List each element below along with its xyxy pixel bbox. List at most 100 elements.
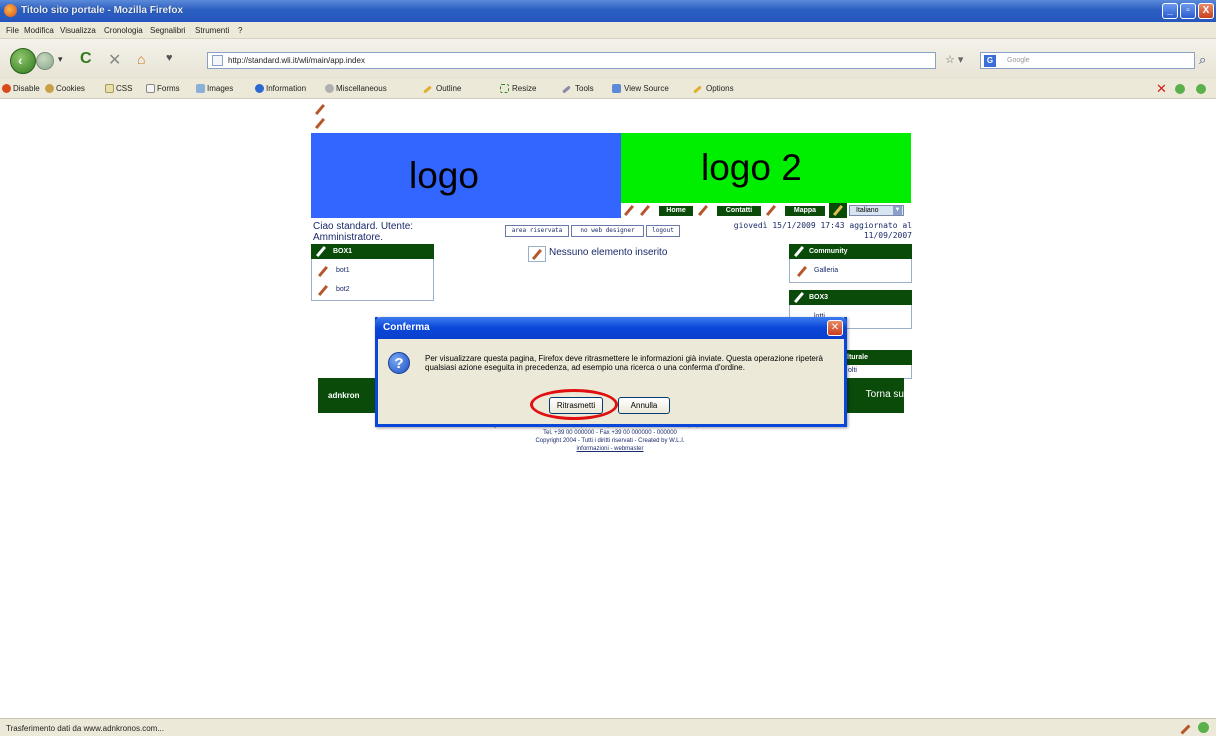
edit-pencil-icon[interactable] <box>317 284 329 297</box>
search-go-icon[interactable]: ⌕ <box>1199 52 1206 68</box>
annulla-button[interactable]: Annulla <box>618 397 670 414</box>
status-bar: Trasferimento dati da www.adnkronos.com.… <box>0 718 1216 736</box>
box1-body: bot1 bot2 <box>311 259 434 301</box>
menu-modifica[interactable]: Modifica <box>24 26 54 35</box>
home-icon[interactable]: ⌂ <box>137 51 145 67</box>
edit-pencil-icon[interactable] <box>315 245 327 258</box>
pencil-status-icon[interactable] <box>1180 724 1191 735</box>
edit-pencil-icon[interactable] <box>793 245 805 258</box>
language-select[interactable]: Italiano ▼ <box>849 205 904 216</box>
devbar-options[interactable]: Options <box>706 84 734 93</box>
window-title: Titolo sito portale - Mozilla Firefox <box>21 5 184 16</box>
devbar-images[interactable]: Images <box>207 84 233 93</box>
menu-visualizza[interactable]: Visualizza <box>60 26 96 35</box>
menu-segnalibri[interactable]: Segnalibri <box>150 26 186 35</box>
url-bar[interactable]: http://standard.wli.it/wli/main/app.inde… <box>207 52 936 69</box>
devbar-miscellaneous[interactable]: Miscellaneous <box>336 84 387 93</box>
history-dropdown-icon[interactable]: ▾ <box>58 54 63 65</box>
area-riservata-button[interactable]: area riservata <box>505 225 569 237</box>
devbar-css[interactable]: CSS <box>116 84 132 93</box>
reload-icon[interactable]: C <box>80 50 92 68</box>
minimize-button[interactable]: _ <box>1162 3 1178 19</box>
dialog-close-button[interactable]: ✕ <box>827 320 843 336</box>
edit-pencil-icon[interactable] <box>765 204 777 217</box>
outline-pencil-icon <box>423 85 432 94</box>
firefox-icon <box>4 4 17 17</box>
error-icon[interactable]: ✕ <box>1156 81 1167 97</box>
search-placeholder: Google <box>1007 57 1030 64</box>
nav-home[interactable]: Home <box>659 206 693 216</box>
chevron-down-icon[interactable]: ▼ <box>893 206 902 215</box>
edit-pencil-icon[interactable] <box>314 117 326 130</box>
logout-button[interactable]: logout <box>646 225 680 237</box>
copyright-line: Tel. +39 00 000000 - Fax +39 00 000000 -… <box>543 430 677 436</box>
stop-icon[interactable]: ✕ <box>108 50 121 70</box>
edit-pencil-icon[interactable] <box>623 204 635 217</box>
community-body: Galleria <box>789 259 912 283</box>
bookmark-sidebar-icon[interactable]: ♥ <box>166 52 173 64</box>
menu-bar: File Modifica Visualizza Cronologia Segn… <box>0 22 1216 39</box>
box3-header: BOX3 <box>789 290 912 305</box>
devbar-resize[interactable]: Resize <box>512 84 536 93</box>
tools-icon <box>562 85 571 94</box>
edit-pencil-icon[interactable] <box>697 204 709 217</box>
edit-pencil-icon[interactable] <box>531 248 543 261</box>
edit-pencil-icon[interactable] <box>317 265 329 278</box>
menu-help[interactable]: ? <box>238 26 242 35</box>
search-input[interactable]: G Google <box>980 52 1195 69</box>
devbar-disable[interactable]: Disable <box>13 84 40 93</box>
menu-strumenti[interactable]: Strumenti <box>195 26 229 35</box>
culturale-item[interactable]: olti <box>848 367 857 374</box>
disable-icon <box>2 84 11 93</box>
back-arrow-icon: ‹ <box>18 53 23 68</box>
window-title-bar[interactable]: Titolo sito portale - Mozilla Firefox _ … <box>0 0 1216 22</box>
forward-button[interactable] <box>36 52 54 70</box>
maximize-button[interactable]: ▫ <box>1180 3 1196 19</box>
nav-contatti[interactable]: Contatti <box>717 206 761 216</box>
search-engine-icon[interactable]: G <box>984 55 996 67</box>
community-item[interactable]: Galleria <box>814 267 838 274</box>
edit-pencil-icon[interactable] <box>793 291 805 304</box>
miscellaneous-icon <box>325 84 334 93</box>
footer-links[interactable]: informazioni - webmaster <box>576 446 643 452</box>
edit-pencil-icon[interactable] <box>314 103 326 116</box>
edit-box[interactable] <box>528 246 546 262</box>
no-web-designer-button[interactable]: no web designer <box>571 225 644 237</box>
devbar-outline[interactable]: Outline <box>436 84 461 93</box>
css-ok-icon[interactable] <box>1175 84 1185 94</box>
box1-title: BOX1 <box>333 248 353 255</box>
box1-item[interactable]: bot2 <box>336 286 350 293</box>
dialog-title-bar[interactable]: Conferma ✕ <box>375 317 847 339</box>
url-text: http://standard.wli.it/wli/main/app.inde… <box>228 56 365 65</box>
menu-file[interactable]: File <box>6 26 19 35</box>
status-ok-icon[interactable] <box>1198 722 1209 733</box>
js-ok-icon[interactable] <box>1196 84 1206 94</box>
box1-header: BOX1 <box>311 244 434 259</box>
devbar-cookies[interactable]: Cookies <box>56 84 85 93</box>
close-window-button[interactable]: X <box>1198 3 1214 19</box>
bookmark-star-icon[interactable]: ☆ ▾ <box>945 53 963 66</box>
logo-banner-right[interactable]: logo 2 <box>621 133 911 203</box>
devbar-forms[interactable]: Forms <box>157 84 180 93</box>
edit-pencil-icon[interactable] <box>639 204 651 217</box>
images-icon <box>196 84 205 93</box>
nav-mappa[interactable]: Mappa <box>785 206 825 216</box>
box1-item[interactable]: bot1 <box>336 267 350 274</box>
view-source-icon <box>612 84 621 93</box>
footer-adnkronos[interactable]: adnkron <box>328 391 360 400</box>
menu-cronologia[interactable]: Cronologia <box>104 26 143 35</box>
devbar-view-source[interactable]: View Source <box>624 84 669 93</box>
logo-banner-left[interactable]: logo <box>311 133 621 218</box>
highlight-circle <box>530 389 618 420</box>
devbar-tools[interactable]: Tools <box>575 84 594 93</box>
torna-su-link[interactable]: Torna su <box>866 389 904 400</box>
css-icon <box>105 84 114 93</box>
web-developer-toolbar: Disable Cookies CSS Forms Images Informa… <box>0 79 1216 99</box>
resize-icon <box>500 84 509 93</box>
information-icon <box>255 84 264 93</box>
community-header: Community <box>789 244 912 259</box>
question-icon: ? <box>388 352 410 374</box>
devbar-information[interactable]: Information <box>266 84 306 93</box>
edit-pencil-icon[interactable] <box>796 265 808 278</box>
back-button[interactable]: ‹ <box>10 48 36 74</box>
